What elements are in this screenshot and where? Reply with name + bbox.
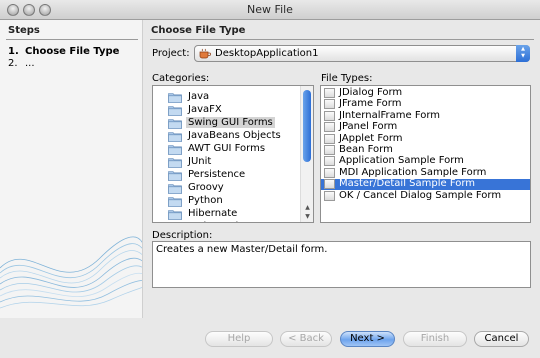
cancel-button[interactable]: Cancel — [474, 331, 529, 347]
form-icon — [324, 145, 335, 155]
categories-label: Categories: — [152, 73, 210, 84]
category-label: Python — [188, 195, 223, 206]
chevron-up-down-icon: ▲ ▼ — [516, 45, 530, 62]
page-title: Choose File Type — [151, 25, 246, 36]
folder-icon — [168, 210, 182, 220]
next-button[interactable]: Next > — [340, 331, 395, 347]
project-value: DesktopApplication1 — [215, 48, 319, 59]
project-label: Project: — [152, 48, 190, 59]
category-label: JavaFX — [188, 104, 222, 115]
project-coffee-cup-icon — [199, 48, 211, 59]
step-2-label: ... — [25, 58, 35, 69]
folder-icon — [168, 158, 182, 168]
file-types-list[interactable]: JDialog Form JFrame Form JInternalFrame Fo… — [320, 85, 531, 223]
step-1-number: 1. — [8, 46, 19, 57]
folder-icon — [168, 106, 182, 116]
file-type-item[interactable]: OK / Cancel Dialog Sample Form — [321, 189, 530, 202]
window-title: New File — [247, 3, 293, 16]
file-type-item[interactable]: Application Sample Form — [321, 155, 530, 167]
title-bar: New File — [0, 0, 540, 20]
steps-divider — [6, 39, 138, 40]
file-type-label: JApplet Form — [339, 132, 403, 144]
form-icon — [324, 156, 335, 167]
form-icon — [324, 167, 335, 178]
category-label: JavaBeans Objects — [188, 130, 281, 141]
category-label: Java — [188, 91, 210, 102]
step-1: 1. Choose File Type — [8, 46, 119, 57]
file-type-label: OK / Cancel Dialog Sample Form — [339, 189, 502, 201]
folder-icon — [168, 171, 182, 181]
description-area: Creates a new Master/Detail form. — [152, 241, 531, 288]
steps-panel: Steps 1. Choose File Type 2.... — [0, 20, 143, 318]
category-label: Persistence — [188, 169, 246, 180]
form-icon — [324, 190, 335, 201]
folder-icon — [168, 197, 182, 207]
back-button[interactable]: < Back — [280, 331, 332, 347]
form-icon — [324, 179, 335, 190]
file-type-label: Bean Form — [339, 144, 393, 155]
category-label: Swing GUI Forms — [186, 117, 275, 128]
help-button[interactable]: Help — [205, 331, 273, 347]
categories-scrollbar[interactable]: ▲ ▼ — [300, 86, 313, 222]
file-type-item[interactable]: JDialog Form — [321, 87, 530, 99]
form-icon — [324, 110, 335, 121]
form-icon — [324, 88, 335, 98]
steps-heading: Steps — [8, 25, 40, 36]
scroll-up-arrow-icon[interactable]: ▲ — [303, 204, 312, 211]
folder-icon — [168, 145, 182, 155]
step-1-label: Choose File Type — [25, 46, 120, 57]
finish-button[interactable]: Finish — [403, 331, 467, 347]
file-type-label: Application Sample Form — [339, 155, 464, 167]
categories-scroll-thumb[interactable] — [303, 90, 311, 162]
file-type-item[interactable]: MDI Application Sample Form — [321, 166, 530, 179]
main-panel: Choose File Type Project: DesktopApplica… — [143, 20, 540, 318]
form-icon — [324, 133, 335, 144]
file-type-label: JInternalFrame Form — [339, 109, 441, 121]
form-icon — [324, 122, 335, 133]
project-select[interactable]: DesktopApplication1 ▲ ▼ — [194, 45, 530, 62]
file-type-label: MDI Application Sample Form — [339, 166, 487, 178]
file-type-label: JFrame Form — [339, 98, 402, 110]
folder-icon — [168, 132, 182, 142]
file-type-item[interactable]: Bean Form — [321, 144, 530, 156]
file-types-label: File Types: — [321, 73, 373, 84]
step-2: 2.... — [8, 58, 35, 69]
file-type-item[interactable]: Master/Detail Sample Form — [321, 178, 530, 191]
folder-icon — [168, 184, 182, 194]
category-label: Groovy — [188, 182, 224, 193]
category-label: Web Services — [186, 221, 257, 222]
folder-icon — [168, 119, 182, 129]
folder-icon — [168, 93, 182, 103]
description-label: Description: — [152, 230, 213, 241]
form-icon — [324, 99, 335, 110]
file-type-label: JDialog Form — [339, 87, 403, 98]
categories-list[interactable]: Web Services Hibernate Python Groovy Persist… — [152, 85, 314, 223]
file-type-item[interactable]: JInternalFrame Form — [321, 109, 530, 122]
heading-divider — [150, 39, 534, 40]
file-type-label: JPanel Form — [339, 121, 398, 133]
file-type-item[interactable]: JFrame Form — [321, 98, 530, 110]
category-label: JUnit — [188, 156, 212, 167]
category-label: Hibernate — [188, 208, 238, 219]
scroll-down-arrow-icon[interactable]: ▼ — [303, 213, 312, 220]
file-type-item[interactable]: JApplet Form — [321, 132, 530, 145]
step-2-number: 2. — [8, 58, 18, 69]
file-type-label: Master/Detail Sample Form — [339, 178, 476, 190]
description-text: Creates a new Master/Detail form. — [156, 244, 328, 255]
folder-icon — [168, 222, 182, 223]
category-label: AWT GUI Forms — [188, 143, 266, 154]
decorative-wave-graphic — [0, 236, 142, 309]
file-type-item[interactable]: JPanel Form — [321, 121, 530, 133]
